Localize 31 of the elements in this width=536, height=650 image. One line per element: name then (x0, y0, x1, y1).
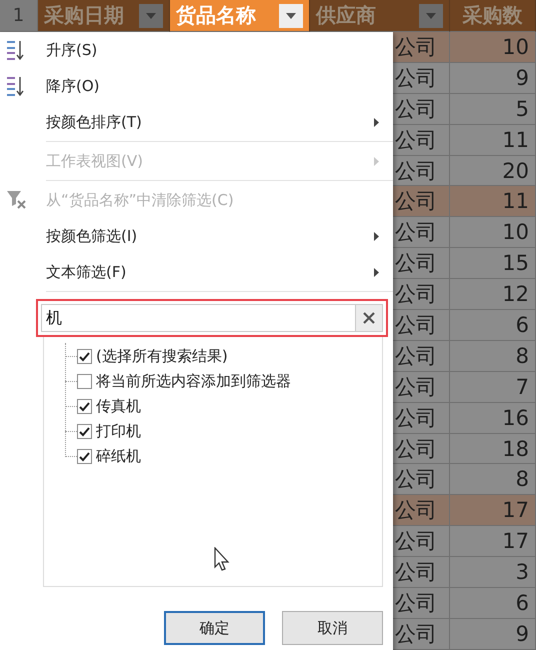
column-title: 供应商 (316, 2, 376, 29)
search-field[interactable]: 机 (41, 304, 355, 332)
table-cell: 11 (450, 124, 536, 156)
table-cell: 6 (450, 588, 536, 619)
row-number: 1 (0, 0, 38, 32)
option-label[interactable]: 将当前所选内容添加到筛选器 (96, 372, 291, 391)
option-label[interactable]: 打印机 (96, 422, 141, 441)
table-cell: 10 (450, 217, 536, 248)
table-cell: 16 (450, 402, 536, 434)
table-cell: 17 (450, 526, 536, 558)
table-cell: 11 (450, 186, 536, 218)
table-cell: 9 (450, 618, 536, 650)
table-cell: 6 (450, 310, 536, 341)
option-label[interactable]: 传真机 (96, 397, 141, 416)
table-cell: 15 (450, 248, 536, 280)
dialog-button[interactable]: 取消 (282, 611, 383, 645)
table-cell: 18 (450, 434, 536, 464)
column-title: 采购数 (462, 2, 522, 29)
option-label[interactable]: 碎纸机 (96, 447, 141, 466)
table-cell: 8 (450, 340, 536, 372)
table-cell: 9 (450, 62, 536, 94)
table-cell: 3 (450, 557, 536, 588)
option-label[interactable]: (选择所有搜索结果) (96, 347, 228, 366)
column-title: 货品名称 (176, 2, 256, 29)
table-cell: 7 (450, 372, 536, 403)
dialog-button[interactable]: 确定 (164, 611, 265, 645)
column-title: 采购日期 (44, 2, 124, 29)
table-cell: 17 (450, 495, 536, 526)
table-cell: 5 (450, 94, 536, 125)
table-cell: 12 (450, 279, 536, 310)
table-cell: 10 (450, 32, 536, 63)
